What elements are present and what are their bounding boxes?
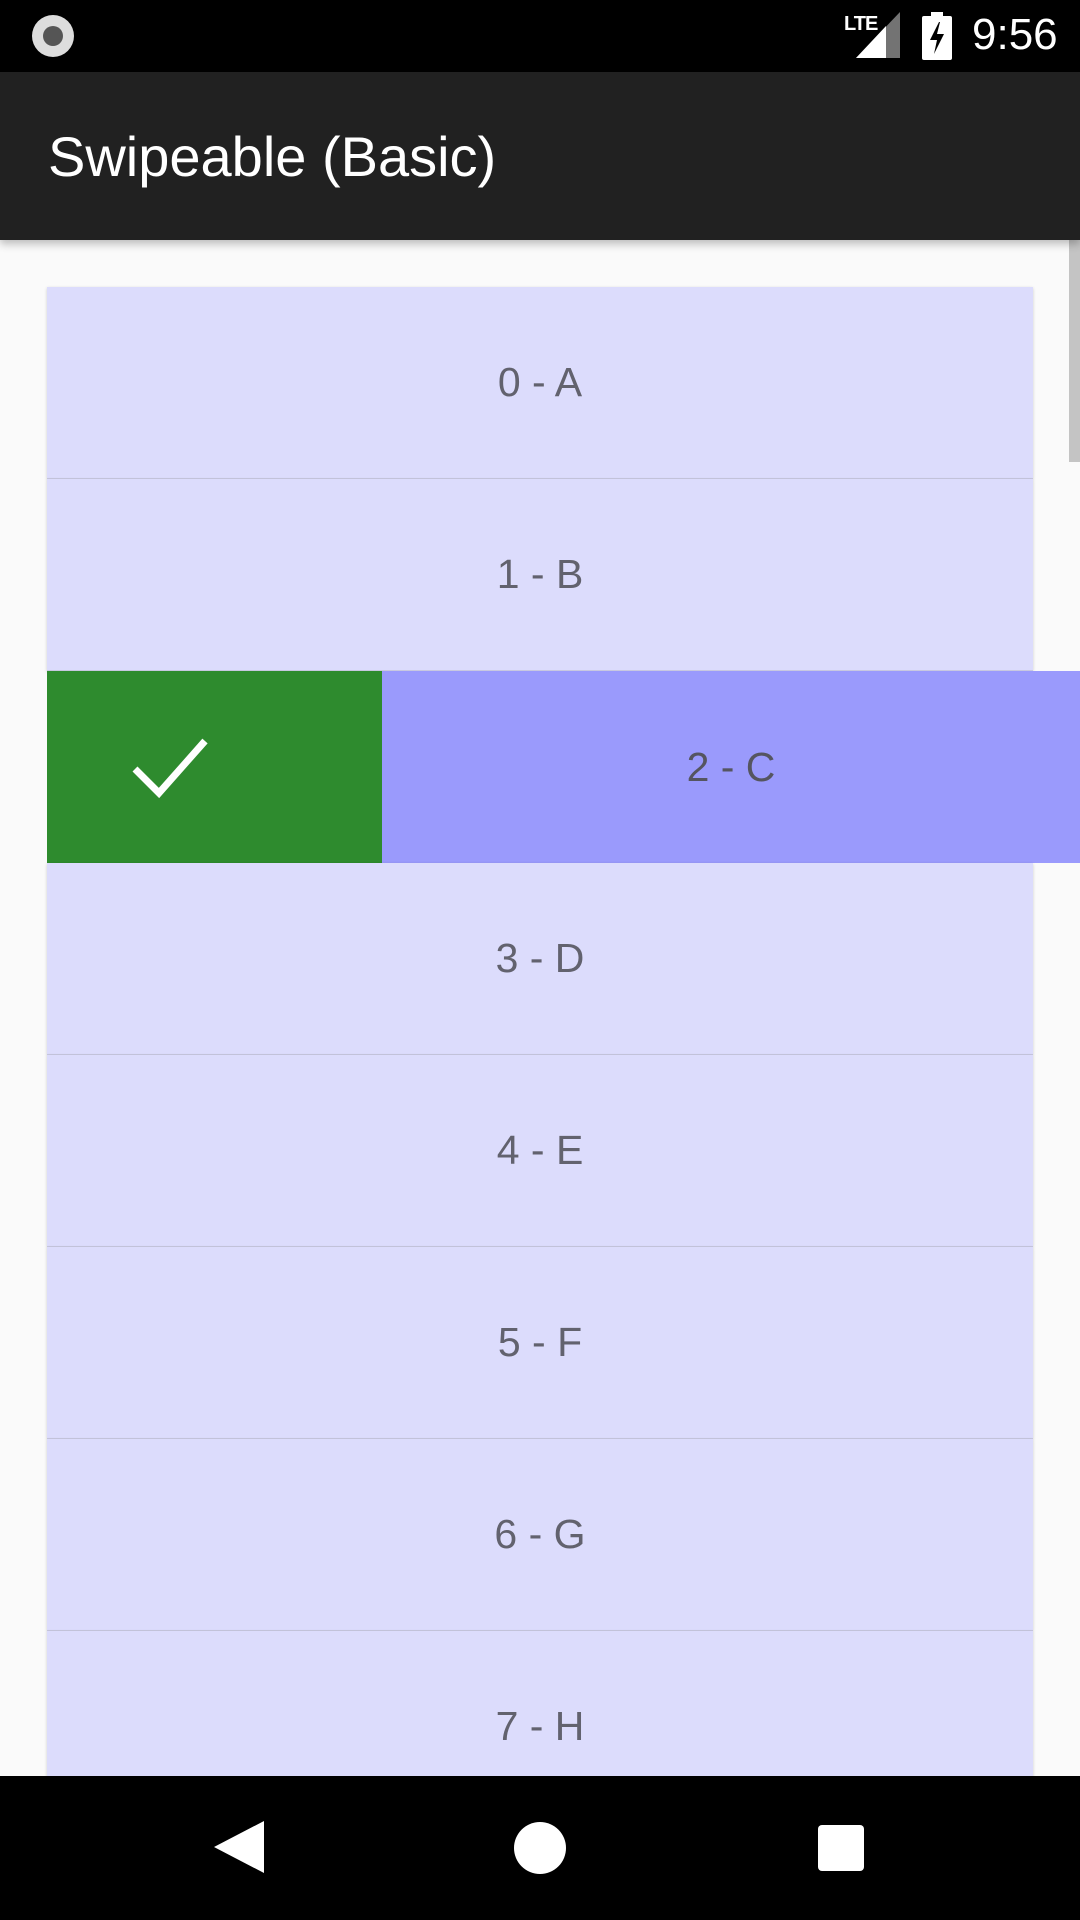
- battery-charging-icon: [922, 12, 952, 60]
- list-item-label: 0 - A: [497, 359, 583, 405]
- swiped-list-item[interactable]: 2 - C: [47, 671, 1080, 863]
- swipe-action-background[interactable]: [47, 671, 382, 863]
- list-item[interactable]: 6 - G: [47, 1439, 1033, 1631]
- list-item[interactable]: 4 - E: [47, 1055, 1033, 1247]
- status-clock: 9:56: [972, 10, 1058, 59]
- list-item-label: 1 - B: [496, 551, 584, 597]
- app-bar: Swipeable (Basic): [0, 72, 1080, 240]
- back-icon[interactable]: [214, 1821, 264, 1873]
- check-icon: [132, 738, 208, 799]
- swiped-item-content[interactable]: 2 - C: [382, 671, 1080, 863]
- status-bar: LTE 9:56: [0, 0, 1080, 72]
- list-item[interactable]: 3 - D: [47, 863, 1033, 1055]
- page-title: Swipeable (Basic): [48, 125, 497, 188]
- recents-icon[interactable]: [818, 1825, 864, 1871]
- swipeable-list: 0 - A 1 - B 2 - C 3 - D 4 - E 5 - F 6 - …: [47, 287, 1080, 1823]
- list-item-label: 7 - H: [495, 1703, 585, 1749]
- list-item[interactable]: 5 - F: [47, 1247, 1033, 1439]
- list-item-label: 6 - G: [494, 1511, 586, 1557]
- list-item-label: 5 - F: [497, 1319, 583, 1365]
- screen-record-icon: [32, 15, 74, 57]
- list-item-label: 4 - E: [496, 1127, 584, 1173]
- list-item[interactable]: 1 - B: [47, 479, 1033, 671]
- list-item[interactable]: 0 - A: [47, 287, 1033, 479]
- network-type-label: LTE: [844, 13, 878, 35]
- navigation-bar: [0, 1776, 1080, 1920]
- list-item-label: 3 - D: [495, 935, 585, 981]
- list-item-label: 2 - C: [686, 743, 776, 790]
- scrollbar[interactable]: [1069, 240, 1080, 462]
- home-icon[interactable]: [514, 1822, 566, 1874]
